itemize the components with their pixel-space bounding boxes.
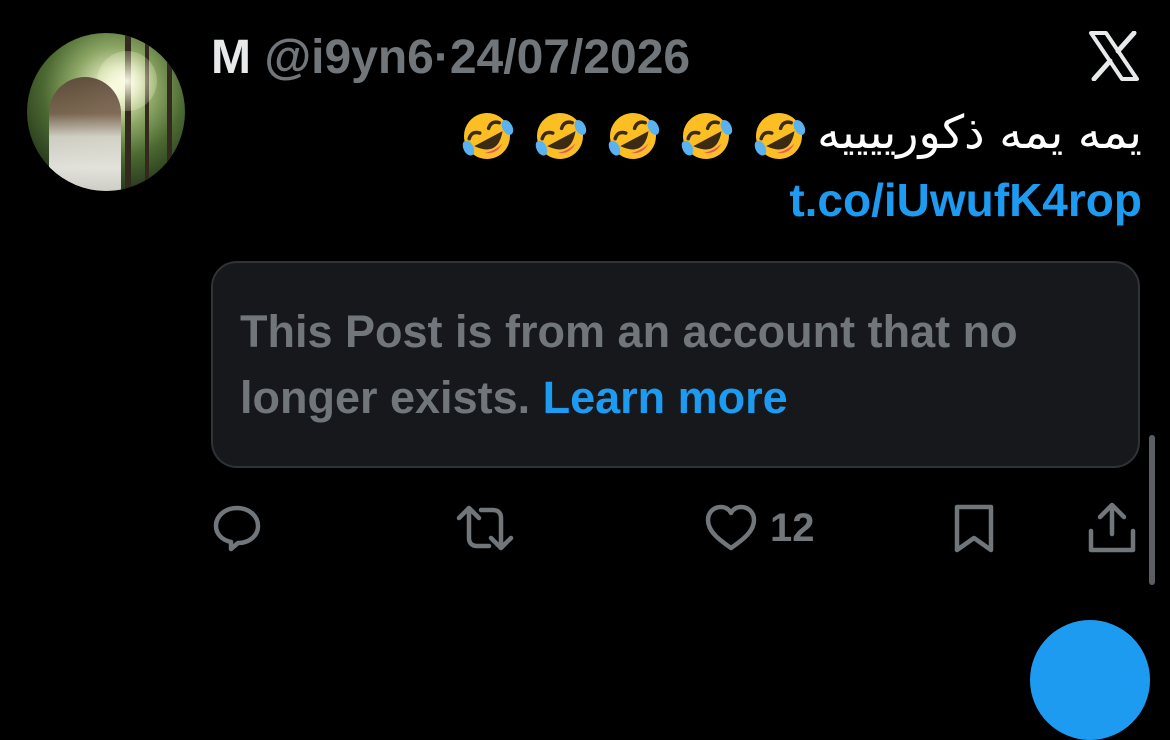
emoji-row: [457, 108, 809, 164]
bookmark-button[interactable]: [952, 498, 996, 558]
rolling-on-floor-laughing-emoji-icon: [462, 112, 514, 159]
bookmark-icon: [954, 504, 994, 553]
quote-unavailable-message: This Post is from an account that no lon…: [240, 299, 1120, 431]
post-link[interactable]: t.co/iUwufK4rop: [789, 170, 1142, 230]
post-date[interactable]: 24/07/2026: [450, 31, 690, 84]
compose-fab-button[interactable]: [1030, 620, 1150, 740]
rolling-on-floor-laughing-emoji-icon: [681, 112, 733, 159]
avatar[interactable]: [27, 33, 185, 191]
repost-icon: [456, 505, 514, 551]
post-text: يمه يمه ذكورييييه: [457, 100, 1142, 164]
rolling-on-floor-laughing-emoji-icon: [535, 112, 587, 159]
post-actions-bar: 12: [211, 498, 1140, 558]
user-handle[interactable]: @i9yn6: [264, 31, 434, 84]
share-icon: [1088, 502, 1136, 553]
x-logo-icon[interactable]: [1088, 30, 1140, 82]
quote-card-unavailable: This Post is from an account that no lon…: [211, 261, 1140, 468]
avatar-person: [49, 77, 121, 191]
repost-button[interactable]: [455, 498, 515, 558]
like-count: 12: [770, 505, 815, 550]
header-separator: ·: [433, 31, 450, 84]
share-button[interactable]: [1085, 498, 1139, 558]
post-body-text: يمه يمه ذكورييييه: [817, 105, 1142, 159]
heart-icon: [705, 504, 757, 551]
like-button[interactable]: 12: [704, 498, 815, 558]
post-header: M @i9yn6·24/07/2026: [211, 28, 690, 88]
rolling-on-floor-laughing-emoji-icon: [754, 112, 806, 159]
display-name[interactable]: M: [211, 31, 251, 84]
learn-more-link[interactable]: Learn more: [543, 372, 788, 423]
reply-icon: [213, 505, 261, 552]
rolling-on-floor-laughing-emoji-icon: [608, 112, 660, 159]
avatar-tree-trunk: [167, 33, 172, 191]
scrollbar[interactable]: [1149, 435, 1155, 585]
reply-button[interactable]: [211, 498, 263, 558]
